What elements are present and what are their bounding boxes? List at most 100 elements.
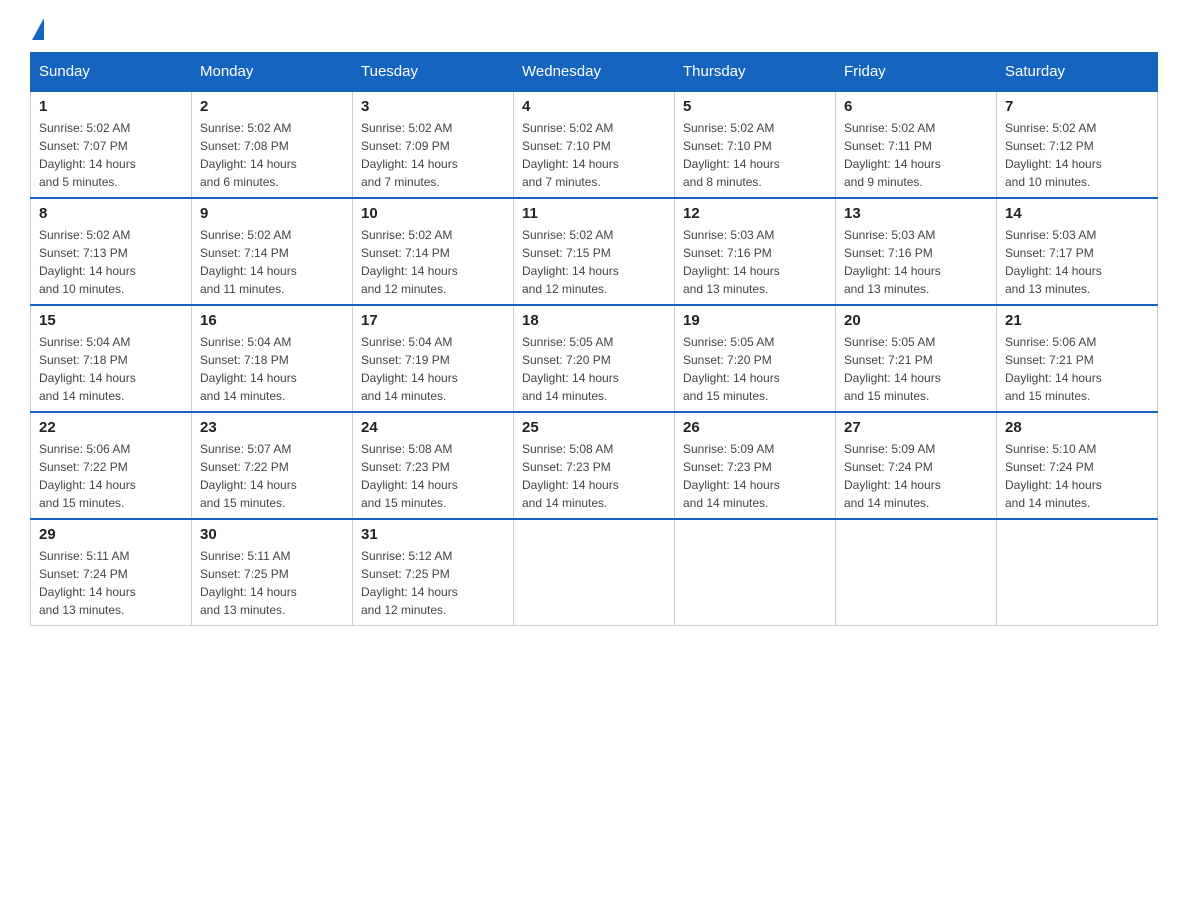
day-info: Sunrise: 5:02 AMSunset: 7:14 PMDaylight:… — [200, 226, 344, 298]
calendar-cell: 29 Sunrise: 5:11 AMSunset: 7:24 PMDaylig… — [31, 519, 192, 626]
day-number: 27 — [844, 419, 988, 436]
day-info: Sunrise: 5:05 AMSunset: 7:21 PMDaylight:… — [844, 333, 988, 405]
day-number: 7 — [1005, 98, 1149, 115]
day-number: 11 — [522, 205, 666, 222]
day-info: Sunrise: 5:03 AMSunset: 7:17 PMDaylight:… — [1005, 226, 1149, 298]
day-info: Sunrise: 5:04 AMSunset: 7:18 PMDaylight:… — [200, 333, 344, 405]
day-info: Sunrise: 5:07 AMSunset: 7:22 PMDaylight:… — [200, 440, 344, 512]
calendar-table: SundayMondayTuesdayWednesdayThursdayFrid… — [30, 52, 1158, 626]
day-info: Sunrise: 5:10 AMSunset: 7:24 PMDaylight:… — [1005, 440, 1149, 512]
calendar-cell: 3 Sunrise: 5:02 AMSunset: 7:09 PMDayligh… — [353, 91, 514, 198]
weekday-header-wednesday: Wednesday — [514, 53, 675, 92]
day-number: 17 — [361, 312, 505, 329]
calendar-cell: 6 Sunrise: 5:02 AMSunset: 7:11 PMDayligh… — [836, 91, 997, 198]
calendar-cell: 26 Sunrise: 5:09 AMSunset: 7:23 PMDaylig… — [675, 412, 836, 519]
day-number: 31 — [361, 526, 505, 543]
calendar-cell: 9 Sunrise: 5:02 AMSunset: 7:14 PMDayligh… — [192, 198, 353, 305]
calendar-cell: 14 Sunrise: 5:03 AMSunset: 7:17 PMDaylig… — [997, 198, 1158, 305]
calendar-cell: 30 Sunrise: 5:11 AMSunset: 7:25 PMDaylig… — [192, 519, 353, 626]
calendar-cell: 17 Sunrise: 5:04 AMSunset: 7:19 PMDaylig… — [353, 305, 514, 412]
day-info: Sunrise: 5:08 AMSunset: 7:23 PMDaylight:… — [522, 440, 666, 512]
calendar-cell: 13 Sunrise: 5:03 AMSunset: 7:16 PMDaylig… — [836, 198, 997, 305]
day-info: Sunrise: 5:11 AMSunset: 7:24 PMDaylight:… — [39, 547, 183, 619]
day-info: Sunrise: 5:02 AMSunset: 7:10 PMDaylight:… — [683, 119, 827, 191]
day-number: 15 — [39, 312, 183, 329]
calendar-cell: 19 Sunrise: 5:05 AMSunset: 7:20 PMDaylig… — [675, 305, 836, 412]
calendar-cell: 1 Sunrise: 5:02 AMSunset: 7:07 PMDayligh… — [31, 91, 192, 198]
day-info: Sunrise: 5:04 AMSunset: 7:19 PMDaylight:… — [361, 333, 505, 405]
day-info: Sunrise: 5:03 AMSunset: 7:16 PMDaylight:… — [844, 226, 988, 298]
day-info: Sunrise: 5:02 AMSunset: 7:10 PMDaylight:… — [522, 119, 666, 191]
day-number: 10 — [361, 205, 505, 222]
calendar-cell — [836, 519, 997, 626]
calendar-cell: 2 Sunrise: 5:02 AMSunset: 7:08 PMDayligh… — [192, 91, 353, 198]
day-info: Sunrise: 5:04 AMSunset: 7:18 PMDaylight:… — [39, 333, 183, 405]
calendar-week-row: 22 Sunrise: 5:06 AMSunset: 7:22 PMDaylig… — [31, 412, 1158, 519]
day-info: Sunrise: 5:02 AMSunset: 7:15 PMDaylight:… — [522, 226, 666, 298]
calendar-header-row: SundayMondayTuesdayWednesdayThursdayFrid… — [31, 53, 1158, 92]
day-info: Sunrise: 5:02 AMSunset: 7:14 PMDaylight:… — [361, 226, 505, 298]
calendar-cell: 25 Sunrise: 5:08 AMSunset: 7:23 PMDaylig… — [514, 412, 675, 519]
calendar-cell: 21 Sunrise: 5:06 AMSunset: 7:21 PMDaylig… — [997, 305, 1158, 412]
weekday-header-sunday: Sunday — [31, 53, 192, 92]
day-info: Sunrise: 5:06 AMSunset: 7:21 PMDaylight:… — [1005, 333, 1149, 405]
calendar-cell: 7 Sunrise: 5:02 AMSunset: 7:12 PMDayligh… — [997, 91, 1158, 198]
day-number: 19 — [683, 312, 827, 329]
calendar-cell: 5 Sunrise: 5:02 AMSunset: 7:10 PMDayligh… — [675, 91, 836, 198]
calendar-week-row: 8 Sunrise: 5:02 AMSunset: 7:13 PMDayligh… — [31, 198, 1158, 305]
calendar-week-row: 1 Sunrise: 5:02 AMSunset: 7:07 PMDayligh… — [31, 91, 1158, 198]
calendar-cell: 16 Sunrise: 5:04 AMSunset: 7:18 PMDaylig… — [192, 305, 353, 412]
day-number: 26 — [683, 419, 827, 436]
day-number: 18 — [522, 312, 666, 329]
day-info: Sunrise: 5:12 AMSunset: 7:25 PMDaylight:… — [361, 547, 505, 619]
day-info: Sunrise: 5:02 AMSunset: 7:09 PMDaylight:… — [361, 119, 505, 191]
day-number: 8 — [39, 205, 183, 222]
day-number: 2 — [200, 98, 344, 115]
calendar-cell: 11 Sunrise: 5:02 AMSunset: 7:15 PMDaylig… — [514, 198, 675, 305]
day-info: Sunrise: 5:05 AMSunset: 7:20 PMDaylight:… — [683, 333, 827, 405]
calendar-week-row: 15 Sunrise: 5:04 AMSunset: 7:18 PMDaylig… — [31, 305, 1158, 412]
calendar-cell: 10 Sunrise: 5:02 AMSunset: 7:14 PMDaylig… — [353, 198, 514, 305]
calendar-cell: 23 Sunrise: 5:07 AMSunset: 7:22 PMDaylig… — [192, 412, 353, 519]
weekday-header-thursday: Thursday — [675, 53, 836, 92]
day-number: 9 — [200, 205, 344, 222]
day-info: Sunrise: 5:02 AMSunset: 7:12 PMDaylight:… — [1005, 119, 1149, 191]
day-number: 22 — [39, 419, 183, 436]
day-info: Sunrise: 5:02 AMSunset: 7:07 PMDaylight:… — [39, 119, 183, 191]
page-header — [30, 20, 1158, 42]
weekday-header-tuesday: Tuesday — [353, 53, 514, 92]
day-info: Sunrise: 5:02 AMSunset: 7:08 PMDaylight:… — [200, 119, 344, 191]
calendar-cell: 12 Sunrise: 5:03 AMSunset: 7:16 PMDaylig… — [675, 198, 836, 305]
day-info: Sunrise: 5:09 AMSunset: 7:24 PMDaylight:… — [844, 440, 988, 512]
day-info: Sunrise: 5:05 AMSunset: 7:20 PMDaylight:… — [522, 333, 666, 405]
day-number: 5 — [683, 98, 827, 115]
calendar-cell: 24 Sunrise: 5:08 AMSunset: 7:23 PMDaylig… — [353, 412, 514, 519]
day-info: Sunrise: 5:06 AMSunset: 7:22 PMDaylight:… — [39, 440, 183, 512]
day-number: 25 — [522, 419, 666, 436]
calendar-cell: 15 Sunrise: 5:04 AMSunset: 7:18 PMDaylig… — [31, 305, 192, 412]
day-number: 20 — [844, 312, 988, 329]
day-number: 21 — [1005, 312, 1149, 329]
calendar-cell: 27 Sunrise: 5:09 AMSunset: 7:24 PMDaylig… — [836, 412, 997, 519]
day-number: 1 — [39, 98, 183, 115]
calendar-cell — [997, 519, 1158, 626]
calendar-cell — [675, 519, 836, 626]
day-number: 14 — [1005, 205, 1149, 222]
calendar-week-row: 29 Sunrise: 5:11 AMSunset: 7:24 PMDaylig… — [31, 519, 1158, 626]
day-number: 6 — [844, 98, 988, 115]
logo — [30, 20, 46, 42]
day-info: Sunrise: 5:08 AMSunset: 7:23 PMDaylight:… — [361, 440, 505, 512]
day-number: 30 — [200, 526, 344, 543]
calendar-cell — [514, 519, 675, 626]
day-info: Sunrise: 5:11 AMSunset: 7:25 PMDaylight:… — [200, 547, 344, 619]
calendar-cell: 31 Sunrise: 5:12 AMSunset: 7:25 PMDaylig… — [353, 519, 514, 626]
day-number: 24 — [361, 419, 505, 436]
logo-triangle-icon — [32, 18, 44, 40]
day-number: 13 — [844, 205, 988, 222]
day-info: Sunrise: 5:02 AMSunset: 7:11 PMDaylight:… — [844, 119, 988, 191]
weekday-header-monday: Monday — [192, 53, 353, 92]
day-number: 16 — [200, 312, 344, 329]
day-number: 12 — [683, 205, 827, 222]
weekday-header-saturday: Saturday — [997, 53, 1158, 92]
day-number: 3 — [361, 98, 505, 115]
